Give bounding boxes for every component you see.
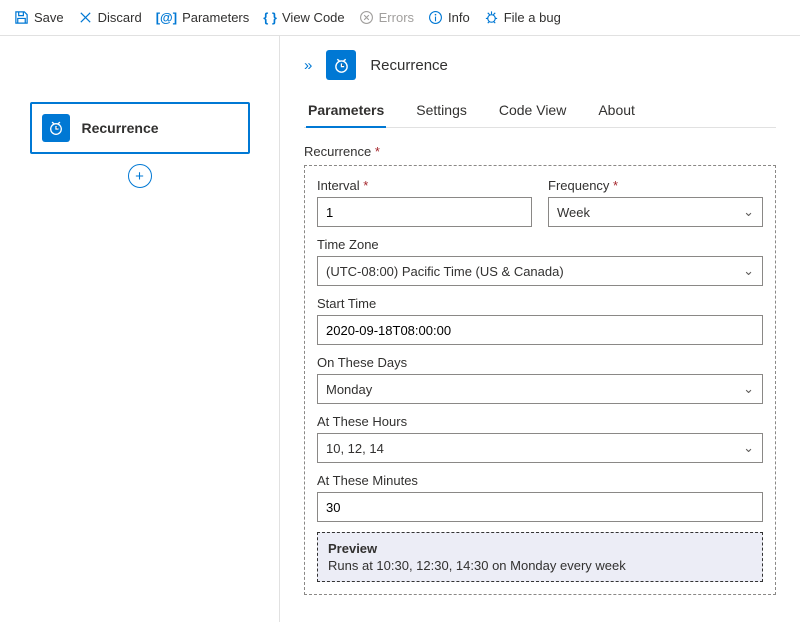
close-icon xyxy=(78,10,93,25)
minutes-input[interactable] xyxy=(317,492,763,522)
plus-icon: + xyxy=(135,168,144,185)
clock-icon xyxy=(42,114,70,142)
days-select[interactable]: Monday ⌄ xyxy=(317,374,763,404)
details-panel: » Recurrence Parameters Settings Code Vi… xyxy=(280,36,800,622)
frequency-select[interactable]: Week ⌄ xyxy=(548,197,763,227)
error-icon xyxy=(359,10,374,25)
command-bar: Save Discard [@] Parameters { } View Cod… xyxy=(0,0,800,36)
timezone-select[interactable]: (UTC-08:00) Pacific Time (US & Canada) ⌄ xyxy=(317,256,763,286)
errors-button: Errors xyxy=(359,10,414,25)
timezone-value: (UTC-08:00) Pacific Time (US & Canada) xyxy=(326,264,564,279)
panel-title: Recurrence xyxy=(370,57,448,74)
frequency-value: Week xyxy=(557,205,590,220)
chevron-down-icon: ⌄ xyxy=(743,204,754,220)
clock-icon xyxy=(326,50,356,80)
parameters-icon: [@] xyxy=(156,10,177,25)
errors-label: Errors xyxy=(379,10,414,25)
interval-label: Interval xyxy=(317,178,532,193)
discard-label: Discard xyxy=(98,10,142,25)
save-label: Save xyxy=(34,10,64,25)
hours-select[interactable]: 10, 12, 14 ⌄ xyxy=(317,433,763,463)
chevron-down-icon: ⌄ xyxy=(743,381,754,397)
frequency-label: Frequency xyxy=(548,178,763,193)
save-icon xyxy=(14,10,29,25)
view-code-button[interactable]: { } View Code xyxy=(263,10,344,25)
recurrence-group: Interval Frequency Week ⌄ Time Zone (UTC… xyxy=(304,165,776,595)
recurrence-node[interactable]: Recurrence xyxy=(30,102,250,154)
view-code-label: View Code xyxy=(282,10,345,25)
panel-tabs: Parameters Settings Code View About xyxy=(304,94,776,128)
timezone-label: Time Zone xyxy=(317,237,763,252)
tab-about[interactable]: About xyxy=(596,94,637,127)
hours-label: At These Hours xyxy=(317,414,763,429)
tab-code-view[interactable]: Code View xyxy=(497,94,568,127)
file-bug-label: File a bug xyxy=(504,10,561,25)
braces-icon: { } xyxy=(263,10,277,25)
info-icon xyxy=(428,10,443,25)
designer-canvas: Recurrence + xyxy=(0,36,280,622)
days-value: Monday xyxy=(326,382,372,397)
tab-settings[interactable]: Settings xyxy=(414,94,469,127)
section-recurrence-label: Recurrence xyxy=(304,144,776,159)
days-label: On These Days xyxy=(317,355,763,370)
node-title: Recurrence xyxy=(82,120,159,136)
chevron-down-icon: ⌄ xyxy=(743,440,754,456)
save-button[interactable]: Save xyxy=(14,10,64,25)
starttime-label: Start Time xyxy=(317,296,763,311)
chevron-down-icon: ⌄ xyxy=(743,263,754,279)
preview-box: Preview Runs at 10:30, 12:30, 14:30 on M… xyxy=(317,532,763,582)
collapse-icon[interactable]: » xyxy=(304,57,312,74)
interval-input[interactable] xyxy=(317,197,532,227)
parameters-button[interactable]: [@] Parameters xyxy=(156,10,250,25)
file-bug-button[interactable]: File a bug xyxy=(484,10,561,25)
info-label: Info xyxy=(448,10,470,25)
parameters-label: Parameters xyxy=(182,10,249,25)
info-button[interactable]: Info xyxy=(428,10,470,25)
add-step-button[interactable]: + xyxy=(128,164,152,188)
starttime-input[interactable] xyxy=(317,315,763,345)
panel-header: » Recurrence xyxy=(304,50,776,80)
tab-parameters[interactable]: Parameters xyxy=(306,94,386,128)
preview-title: Preview xyxy=(328,541,752,556)
minutes-label: At These Minutes xyxy=(317,473,763,488)
bug-icon xyxy=(484,10,499,25)
discard-button[interactable]: Discard xyxy=(78,10,142,25)
hours-value: 10, 12, 14 xyxy=(326,441,384,456)
preview-text: Runs at 10:30, 12:30, 14:30 on Monday ev… xyxy=(328,558,752,573)
